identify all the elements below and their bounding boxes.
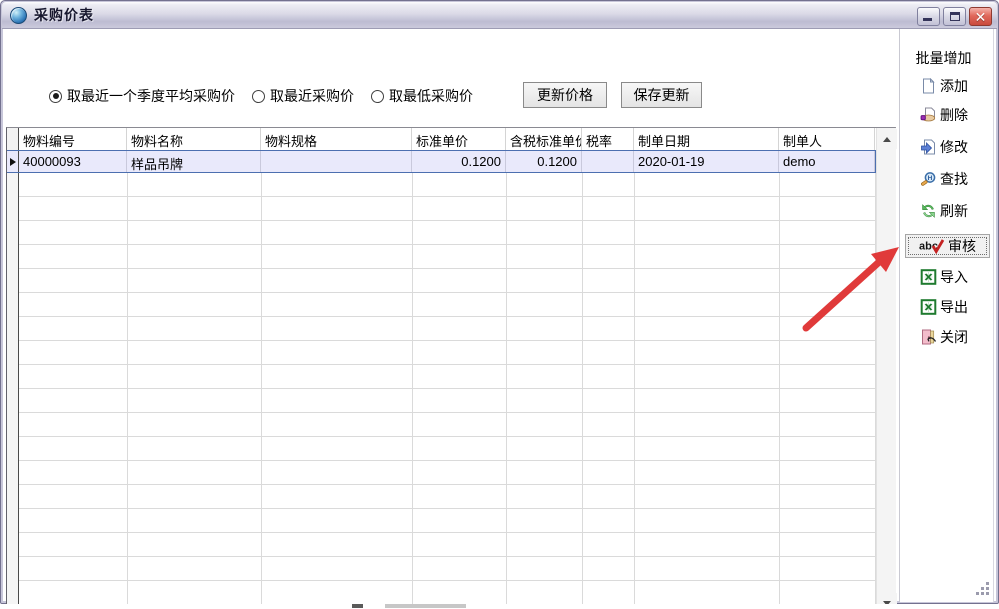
sidebar-item-refresh[interactable]: 刷新 xyxy=(900,201,987,221)
sidebar-item-label: 导出 xyxy=(940,297,968,317)
sidebar-item-label: 修改 xyxy=(940,137,968,157)
app-window: 采购价表 ✕ 取最近一个季度平均采购价 取最近采购价 取最低采购价 更新价格 保存更… xyxy=(0,0,999,604)
row-cell-3: 0.1200 xyxy=(412,151,506,172)
app-globe-icon xyxy=(10,7,27,24)
row-cell-7: demo xyxy=(779,151,875,172)
excel-icon xyxy=(919,269,937,286)
column-header-5[interactable]: 税率 xyxy=(582,128,634,150)
titlebar: 采购价表 ✕ xyxy=(2,2,997,29)
column-header-4[interactable]: 含税标准单价 xyxy=(506,128,582,150)
close-icon: ✕ xyxy=(975,10,987,24)
price-source-radio-group: 取最近一个季度平均采购价 取最近采购价 取最低采购价 xyxy=(49,83,473,109)
grid-column-line xyxy=(412,173,413,609)
sidebar-item-label: 关闭 xyxy=(940,327,968,347)
row-indicator-cell xyxy=(7,151,19,172)
column-header-0[interactable]: 物料编号 xyxy=(19,128,127,150)
grid-column-line xyxy=(582,173,583,609)
table-row-selected[interactable]: 40000093样品吊牌 0.12000.1200 2020-01-19demo xyxy=(7,150,876,173)
update-price-button[interactable]: 更新价格 xyxy=(523,82,607,108)
grid-column-line xyxy=(634,173,635,609)
row-indicator-header xyxy=(7,128,19,150)
save-update-button[interactable]: 保存更新 xyxy=(621,82,702,108)
sidebar-item-close[interactable]: 关闭 xyxy=(900,327,987,347)
sidebar-item-delete[interactable]: 删除 xyxy=(900,105,987,125)
radio-circle-icon xyxy=(49,90,62,103)
row-cell-4: 0.1200 xyxy=(506,151,582,172)
column-header-6[interactable]: 制单日期 xyxy=(634,128,779,150)
radio-circle-icon xyxy=(371,90,384,103)
sidebar-item-export[interactable]: 导出 xyxy=(900,297,987,317)
grid-empty-area: 合计 xyxy=(7,173,876,609)
grid-column-line xyxy=(506,173,507,609)
grid-column-line xyxy=(127,173,128,609)
sidebar-item-label: 删除 xyxy=(940,105,968,125)
sidebar-item-label: 审核 xyxy=(948,236,976,256)
row-indicator-column xyxy=(7,173,19,609)
scroll-up-button[interactable] xyxy=(877,129,897,149)
maximize-icon xyxy=(950,12,960,21)
sidebar-item-label: 查找 xyxy=(940,169,968,189)
radio-price-option-1[interactable]: 取最近采购价 xyxy=(252,86,354,106)
radio-price-option-2[interactable]: 取最低采购价 xyxy=(371,86,473,106)
row-cell-2 xyxy=(261,151,412,172)
scroll-up-icon xyxy=(883,137,891,142)
edit-document-arrow-icon xyxy=(919,139,937,156)
new-document-icon xyxy=(919,78,937,95)
window-title: 采购价表 xyxy=(34,5,94,25)
delete-hand-icon xyxy=(919,107,937,124)
door-exit-icon xyxy=(919,329,937,346)
grid-column-line xyxy=(261,173,262,609)
background-window-edge xyxy=(0,604,999,609)
current-row-arrow-icon xyxy=(10,158,16,166)
background-window-speck xyxy=(352,604,363,608)
sidebar-item-add[interactable]: 添加 xyxy=(900,76,987,96)
grid-column-line xyxy=(779,173,780,609)
sidebar-header: 批量增加 xyxy=(900,48,987,68)
sidebar-item-label: 刷新 xyxy=(940,201,968,221)
abc-check-icon: abc xyxy=(919,238,945,255)
screen: 采购价表 ✕ 取最近一个季度平均采购价 取最近采购价 取最低采购价 更新价格 保存更… xyxy=(0,0,999,609)
minimize-button[interactable] xyxy=(917,7,940,26)
sidebar-item-import[interactable]: 导入 xyxy=(900,267,987,287)
minimize-icon xyxy=(923,18,932,21)
client-area: 取最近一个季度平均采购价取最近采购价取最低采购价 更新价格 保存更新 物料编号物… xyxy=(4,29,995,600)
radio-circle-icon xyxy=(252,90,265,103)
vertical-scrollbar[interactable] xyxy=(876,128,896,609)
radio-label: 取最近采购价 xyxy=(270,86,354,106)
radio-price-option-0[interactable]: 取最近一个季度平均采购价 xyxy=(49,86,235,106)
row-cell-0: 40000093 xyxy=(19,151,127,172)
refresh-arrows-icon xyxy=(919,203,937,220)
resize-grip[interactable] xyxy=(975,583,989,595)
sidebar-item-modify[interactable]: 修改 xyxy=(900,137,987,157)
sidebar-item-audit[interactable]: abc审核 xyxy=(905,234,990,258)
window-controls: ✕ xyxy=(917,7,992,26)
column-header-3[interactable]: 标准单价 xyxy=(412,128,506,150)
svg-text:H: H xyxy=(927,175,932,182)
sidebar-item-find[interactable]: H 查找 xyxy=(900,169,987,189)
row-cell-5 xyxy=(582,151,634,172)
radio-label: 取最低采购价 xyxy=(389,86,473,106)
close-button[interactable]: ✕ xyxy=(969,7,992,26)
row-cell-6: 2020-01-19 xyxy=(634,151,779,172)
sidebar-item-label: 导入 xyxy=(940,267,968,287)
radio-label: 取最近一个季度平均采购价 xyxy=(67,86,235,106)
row-cell-1: 样品吊牌 xyxy=(127,151,261,172)
price-grid: 物料编号物料名称物料规格标准单价含税标准单价税率制单日期制单人 40000093… xyxy=(6,127,896,609)
background-window-bar xyxy=(385,604,466,608)
column-header-1[interactable]: 物料名称 xyxy=(127,128,261,150)
magnifier-icon: H xyxy=(919,171,937,188)
column-header-7[interactable]: 制单人 xyxy=(779,128,875,150)
excel-icon xyxy=(919,299,937,316)
sidebar-item-label: 添加 xyxy=(940,76,968,96)
maximize-button[interactable] xyxy=(943,7,966,26)
column-header-2[interactable]: 物料规格 xyxy=(261,128,412,150)
action-sidebar: 批量增加 添加删除修改 H 查找刷新 abc审核导入导出关闭 xyxy=(899,29,994,602)
